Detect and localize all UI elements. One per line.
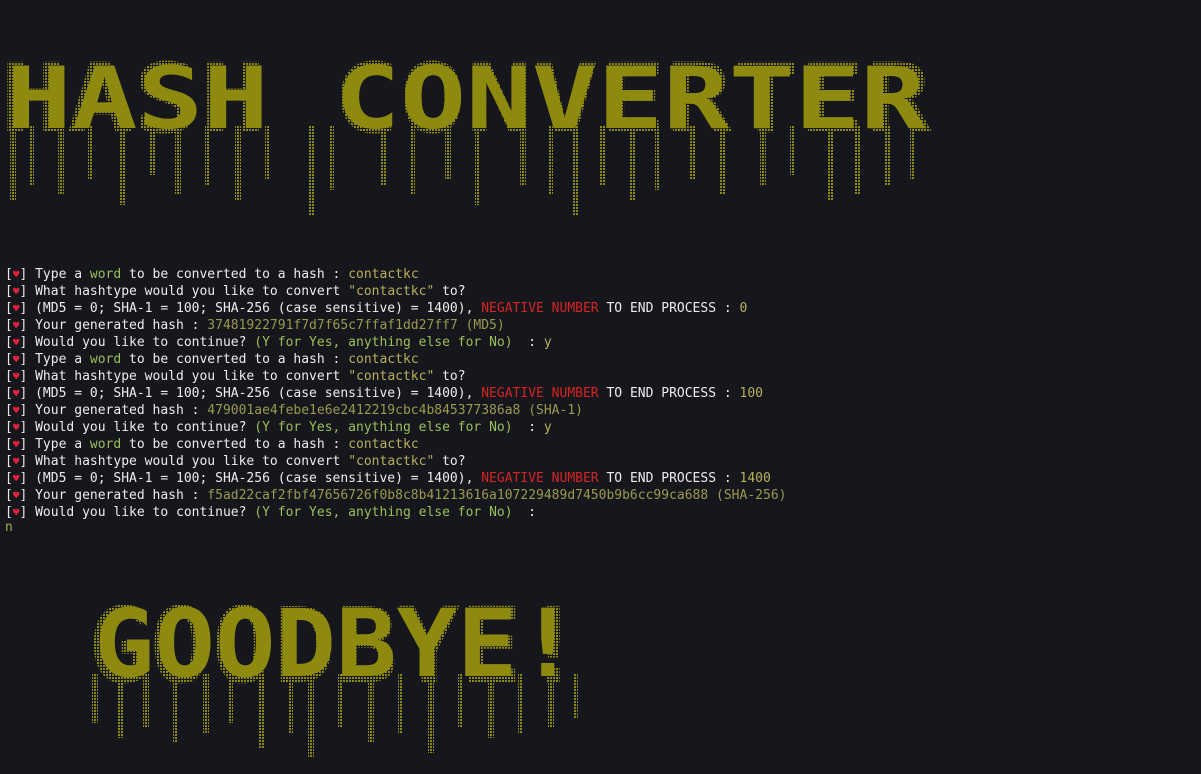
user-input: contactkc [348,267,419,282]
log-line: [♥] (MD5 = 0; SHA-1 = 100; SHA-256 (case… [5,385,786,402]
highlight-text: word [89,352,122,367]
log-line: [♥] Type a word to be converted to a has… [5,266,786,283]
log-line: [♥] (MD5 = 0; SHA-1 = 100; SHA-256 (case… [5,300,786,317]
prompt-suffix: to be converted to a hash : [121,437,349,452]
final-user-input: n [5,520,13,535]
highlight-text: (Y for Yes, anything else for No) [254,420,513,435]
prompt-text: Your generated hash : [27,488,208,503]
prompt-suffix: TO END PROCESS : [598,471,740,486]
prompt-suffix: to? [434,369,466,384]
prompt-bracket-open: [ [5,471,13,486]
prompt-bracket-open: [ [5,437,13,452]
prompt-bracket-open: [ [5,420,13,435]
prompt-text: (MD5 = 0; SHA-1 = 100; SHA-256 (case sen… [27,386,482,401]
highlight-text: (Y for Yes, anything else for No) [254,335,513,350]
log-line: [♥] What hashtype would you like to conv… [5,368,786,385]
log-line: [♥] Would you like to continue? (Y for Y… [5,419,786,436]
prompt-bracket-open: [ [5,335,13,350]
prompt-bracket-open: [ [5,488,13,503]
prompt-text: (MD5 = 0; SHA-1 = 100; SHA-256 (case sen… [27,471,482,486]
prompt-bracket-open: [ [5,505,13,520]
log-line: [♥] Your generated hash : 37481922791f7d… [5,317,786,334]
prompt-suffix: TO END PROCESS : [598,301,740,316]
highlight-text: word [89,267,122,282]
prompt-suffix: : [512,420,544,435]
prompt-suffix: to be converted to a hash : [121,352,349,367]
prompt-bracket-open: [ [5,267,13,282]
prompt-suffix: to? [434,454,466,469]
prompt-text: Type a [27,267,90,282]
prompt-bracket-open: [ [5,284,13,299]
prompt-bracket-open: [ [5,454,13,469]
quoted-word: "contactkc" [348,454,435,469]
prompt-suffix: to be converted to a hash : [121,267,349,282]
user-input: 1400 [739,471,771,486]
prompt-text: What hashtype would you like to convert [27,369,349,384]
generated-hash: 479001ae4febe1e6e2412219cbc4b845377386a8… [207,403,583,418]
log-line: [♥] (MD5 = 0; SHA-1 = 100; SHA-256 (case… [5,470,786,487]
user-input: 0 [739,301,748,316]
quoted-word: "contactkc" [348,369,435,384]
hash-converter-banner: HASH CONVERTER HASH CONVERTER [0,43,932,215]
prompt-text: Type a [27,437,90,452]
log-line: [♥] Your generated hash : f5ad22caf2fbf4… [5,487,786,504]
log-line: [♥] What hashtype would you like to conv… [5,283,786,300]
generated-hash: f5ad22caf2fbf47656726f0b8c8b41213616a107… [207,488,787,503]
prompt-bracket-open: [ [5,369,13,384]
prompt-text: What hashtype would you like to convert [27,454,349,469]
log-line: [♥] Type a word to be converted to a has… [5,436,786,453]
prompt-text: Your generated hash : [27,403,208,418]
generated-hash: 37481922791f7d7f65c7ffaf1dd27ff7 (MD5) [207,318,505,333]
log-line: [♥] Type a word to be converted to a has… [5,351,786,368]
prompt-text: Would you like to continue? [27,335,255,350]
goodbye-banner: GOODBYE! GOODBYE! [88,585,584,758]
negative-number-warning: NEGATIVE NUMBER [481,386,599,401]
user-input: contactkc [348,352,419,367]
prompt-text: Your generated hash : [27,318,208,333]
prompt-text: Would you like to continue? [27,420,255,435]
prompt-bracket-open: [ [5,352,13,367]
user-input: y [543,335,552,350]
prompt-bracket-open: [ [5,386,13,401]
prompt-bracket-open: [ [5,318,13,333]
user-input: 100 [739,386,764,401]
highlight-text: word [89,437,122,452]
prompt-suffix: TO END PROCESS : [598,386,740,401]
quoted-word: "contactkc" [348,284,435,299]
prompt-text: (MD5 = 0; SHA-1 = 100; SHA-256 (case sen… [27,301,482,316]
goodbye-title-text: GOODBYE! [94,590,578,699]
negative-number-warning: NEGATIVE NUMBER [481,301,599,316]
user-input: y [543,420,552,435]
log-line: [♥] Would you like to continue? (Y for Y… [5,334,786,351]
user-input: contactkc [348,437,419,452]
highlight-text: (Y for Yes, anything else for No) [254,505,513,520]
prompt-suffix: to? [434,284,466,299]
prompt-text: What hashtype would you like to convert [27,284,349,299]
negative-number-warning: NEGATIVE NUMBER [481,471,599,486]
console-log: [♥] Type a word to be converted to a has… [5,266,786,521]
prompt-text: Would you like to continue? [27,505,255,520]
log-line: [♥] Would you like to continue? (Y for Y… [5,504,786,521]
prompt-suffix: : [512,505,544,520]
prompt-bracket-open: [ [5,301,13,316]
log-line: [♥] Your generated hash : 479001ae4febe1… [5,402,786,419]
terminal-window[interactable]: HASH CONVERTER HASH CONVERTER [♥] Type a… [0,0,1201,774]
banner-title-text: HASH CONVERTER [6,49,926,149]
prompt-text: Type a [27,352,90,367]
prompt-bracket-open: [ [5,403,13,418]
log-line: [♥] What hashtype would you like to conv… [5,453,786,470]
prompt-suffix: : [512,335,544,350]
